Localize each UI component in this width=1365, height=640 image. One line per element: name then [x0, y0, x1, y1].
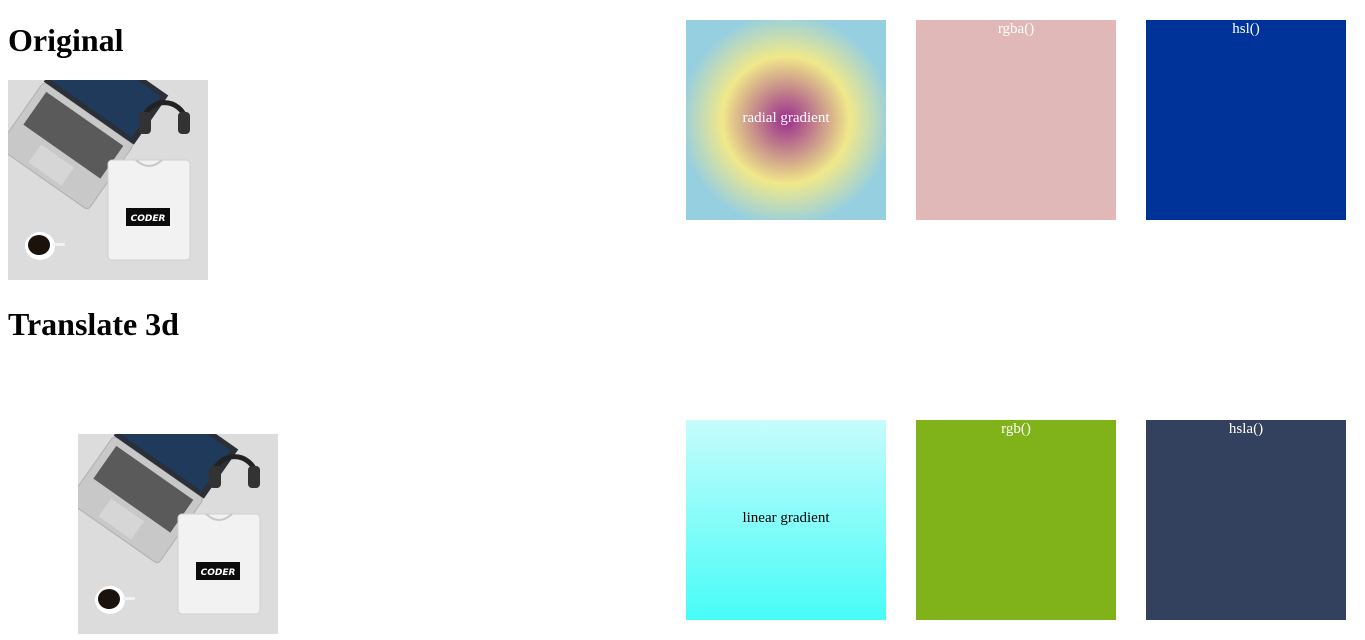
hsla-label: hsla() — [1228, 421, 1264, 437]
heading-translate-3d: Translate 3d — [8, 306, 179, 342]
rgb-label: rgb() — [1001, 421, 1031, 437]
tshirt-print: CODER — [131, 214, 166, 224]
desk-photo-original: CODER — [8, 80, 208, 280]
heading-original: Original — [8, 22, 124, 58]
linear-gradient-box: linear gradient — [686, 420, 886, 620]
desk-photo-illustration: CODER — [8, 80, 208, 280]
rgba-label: rgba() — [997, 21, 1035, 37]
linear-gradient-label: linear gradient — [742, 510, 830, 526]
desk-photo-translated: CODER — [78, 434, 278, 634]
tshirt-print: CODER — [201, 568, 236, 578]
desk-photo-illustration: CODER — [78, 434, 278, 634]
rgba-box: rgba() — [916, 20, 1116, 220]
rgb-box: rgb() — [916, 420, 1116, 620]
hsl-box: hsl() — [1146, 20, 1346, 220]
hsla-box: hsla() — [1146, 420, 1346, 620]
radial-gradient-box: radial gradient — [686, 20, 886, 220]
radial-gradient-label: radial gradient — [742, 110, 830, 126]
hsl-label: hsl() — [1232, 21, 1260, 37]
